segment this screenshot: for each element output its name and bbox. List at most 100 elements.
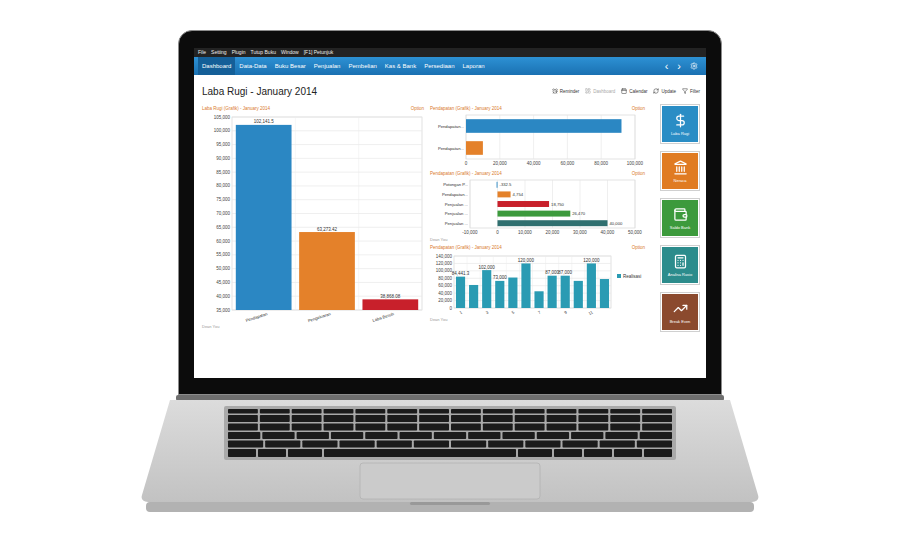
key[interactable] [502, 432, 534, 439]
option-link[interactable]: Option [632, 106, 645, 111]
shortcut-tile[interactable]: Analisa Rasio [661, 246, 699, 284]
key[interactable] [292, 415, 322, 422]
key[interactable] [262, 432, 294, 439]
menu-item[interactable]: Window [281, 50, 299, 55]
bar[interactable] [508, 278, 517, 308]
key[interactable] [515, 409, 545, 414]
chart-bar[interactable]: 120,000 [583, 258, 600, 308]
chart-bar[interactable]: 73,000 [493, 275, 507, 308]
key[interactable] [258, 449, 286, 457]
key[interactable] [642, 424, 672, 431]
key[interactable] [644, 449, 672, 457]
shortcut-tile[interactable]: Laba Rugi [661, 105, 699, 143]
option-link[interactable]: Option [411, 106, 424, 111]
key[interactable] [228, 424, 258, 431]
toolbar-button[interactable]: Calendar [621, 88, 647, 94]
key[interactable] [228, 432, 260, 439]
key[interactable] [515, 424, 545, 431]
chart-bar[interactable]: Penjualan ...18,750 [445, 201, 565, 207]
key[interactable] [537, 432, 569, 439]
key[interactable] [355, 415, 385, 422]
key[interactable] [387, 415, 417, 422]
key[interactable] [228, 449, 256, 457]
key[interactable] [578, 415, 608, 422]
chart-bar[interactable]: 87,000 [545, 270, 559, 308]
key[interactable] [547, 415, 577, 422]
nav-tab[interactable]: Dashboard [198, 57, 235, 75]
bar[interactable] [498, 191, 511, 197]
nav-tab[interactable]: Data-Data [235, 57, 270, 75]
menu-item[interactable]: Plugin [232, 50, 246, 55]
nav-tab[interactable]: Pembelian [344, 57, 380, 75]
key[interactable] [518, 449, 552, 457]
shortcut-tile[interactable]: Neraca [661, 152, 699, 190]
key[interactable] [355, 409, 385, 414]
key[interactable] [451, 415, 481, 422]
chart-bar[interactable]: 38,868.08Laba Bersih [362, 294, 418, 323]
key[interactable] [228, 441, 263, 448]
key[interactable] [228, 415, 258, 422]
chart-bar[interactable]: 102,141.5Pendapatan [236, 119, 292, 323]
bar[interactable] [574, 281, 583, 308]
key[interactable] [554, 449, 582, 457]
chart-bar[interactable]: Pendapatan...4,754 [442, 191, 524, 197]
key[interactable] [324, 415, 354, 422]
key[interactable] [515, 415, 545, 422]
key[interactable] [637, 441, 672, 448]
chart-bar[interactable]: 63,273.42Pengeluaran [299, 227, 355, 324]
key[interactable] [387, 424, 417, 431]
chart-bar[interactable] [508, 278, 517, 308]
key[interactable] [292, 409, 322, 414]
bar[interactable] [236, 125, 292, 310]
key[interactable] [331, 432, 363, 439]
option-link[interactable]: Option [632, 171, 645, 176]
key[interactable] [260, 415, 290, 422]
chart-bar[interactable]: Penjualan ...26,470 [445, 211, 586, 217]
key[interactable] [377, 441, 412, 448]
chart-bar[interactable]: 84,441.3 [452, 271, 470, 308]
chart-bar[interactable] [574, 281, 583, 308]
bar[interactable] [600, 279, 609, 308]
key[interactable] [642, 409, 672, 414]
key[interactable] [265, 441, 300, 448]
bar[interactable] [466, 119, 621, 133]
key[interactable] [483, 424, 513, 431]
nav-tab[interactable]: Laporan [459, 57, 489, 75]
chart-bar[interactable] [469, 285, 478, 308]
key[interactable] [292, 424, 322, 431]
chart-bar[interactable]: 120,000 [518, 258, 535, 308]
key[interactable] [563, 441, 598, 448]
nav-tab[interactable]: Buku Besar [271, 57, 310, 75]
key[interactable] [324, 449, 516, 457]
key[interactable] [260, 424, 290, 431]
bar[interactable] [456, 277, 465, 308]
bar[interactable] [498, 201, 550, 207]
key[interactable] [387, 409, 417, 414]
key[interactable] [640, 432, 672, 439]
key[interactable] [600, 441, 635, 448]
chart-bar[interactable]: 87,000 [558, 270, 572, 308]
key[interactable] [419, 424, 449, 431]
key[interactable] [610, 409, 640, 414]
key[interactable] [483, 415, 513, 422]
key[interactable] [288, 449, 322, 457]
key[interactable] [419, 415, 449, 422]
key[interactable] [260, 409, 290, 414]
key[interactable] [571, 432, 603, 439]
key[interactable] [355, 424, 385, 431]
nav-tab[interactable]: Penjualan [310, 57, 345, 75]
bar[interactable] [587, 263, 596, 308]
key[interactable] [228, 409, 258, 414]
bar[interactable] [548, 276, 557, 308]
chart-bar[interactable]: Pendapatan... [438, 119, 622, 133]
menu-item[interactable]: [F1] Petunjuk [304, 50, 333, 55]
toolbar-button[interactable]: Reminder [552, 88, 580, 94]
key[interactable] [451, 441, 486, 448]
bar[interactable] [495, 281, 504, 308]
key[interactable] [414, 441, 449, 448]
nav-tab[interactable]: Persediaan [420, 57, 458, 75]
gear-icon[interactable] [690, 62, 698, 70]
key[interactable] [451, 424, 481, 431]
chart-bar[interactable]: Potongan P...-332.5 [443, 182, 512, 188]
key[interactable] [324, 424, 354, 431]
